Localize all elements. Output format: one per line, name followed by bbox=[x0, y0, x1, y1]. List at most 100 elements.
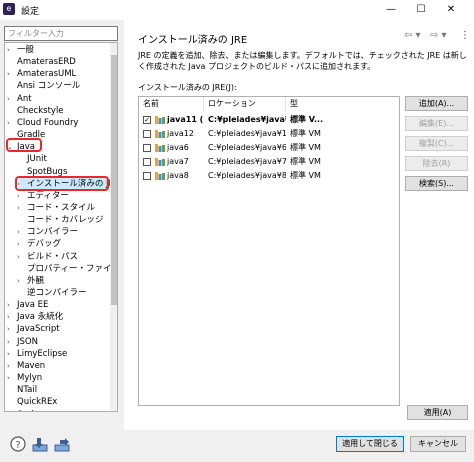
tree-item-label: JavaScript bbox=[17, 324, 60, 335]
search-button[interactable]: 検索(S)... bbox=[405, 176, 468, 191]
tree-item-label: AmaterasERD bbox=[17, 57, 76, 68]
tree-item-label: Java EE bbox=[17, 300, 49, 311]
table-row[interactable]: java6 C:¥pleiades¥java¥6 標準 VM bbox=[139, 141, 399, 155]
jre-type: 標準 VM bbox=[290, 171, 321, 180]
tree-item-label: 外観 bbox=[27, 275, 45, 286]
jre-name: java11 (... bbox=[167, 115, 203, 124]
expand-toggle-icon[interactable]: › bbox=[17, 227, 24, 238]
menu-icon[interactable]: ⋮ bbox=[460, 30, 470, 41]
jre-location: C:¥pleiades¥java¥12 bbox=[208, 129, 286, 138]
expand-toggle-icon[interactable]: › bbox=[7, 69, 14, 80]
expand-toggle-icon[interactable]: › bbox=[7, 94, 14, 105]
tree-item-label: デバッグ bbox=[27, 239, 62, 250]
expand-toggle-icon[interactable]: › bbox=[17, 239, 24, 250]
tree-item-label: Ant bbox=[17, 93, 32, 104]
table-row[interactable]: java7 C:¥pleiades¥java¥7 標準 VM bbox=[139, 155, 399, 169]
help-icon[interactable]: ? bbox=[10, 436, 26, 452]
maximize-button[interactable]: ☐ bbox=[406, 0, 436, 20]
expand-toggle-icon[interactable]: › bbox=[7, 361, 14, 372]
jre-table[interactable]: 名前 ロケーション 型 ✓ java11 (... C:¥pleiades¥java… bbox=[138, 96, 400, 406]
tree-item-label: 一般 bbox=[17, 45, 35, 55]
preferences-tree[interactable]: › 一般 AmaterasERD › AmaterasUML Ansi コンソール › Ant… bbox=[4, 42, 118, 412]
default-jre-checkbox[interactable] bbox=[143, 144, 151, 152]
column-header-name[interactable]: 名前 bbox=[139, 97, 204, 111]
forward-icon[interactable]: ⇨ ▾ bbox=[430, 30, 447, 41]
tree-item-label: Checkstyle bbox=[17, 105, 64, 116]
tree-item-label: 逆コンパイラー bbox=[27, 288, 87, 298]
expand-toggle-icon[interactable]: › bbox=[7, 337, 14, 348]
apply-button[interactable]: 適用(A) bbox=[407, 405, 468, 420]
expand-toggle-icon[interactable]: › bbox=[7, 410, 14, 412]
minimize-button[interactable]: — bbox=[376, 0, 406, 20]
java-highlight bbox=[6, 138, 42, 152]
expand-toggle-icon[interactable]: › bbox=[7, 324, 14, 335]
window-title: 設定 bbox=[21, 7, 40, 17]
jre-location: C:¥pleiades¥java¥7 bbox=[208, 157, 286, 166]
jre-location: C:¥pleiades¥java¥6 bbox=[208, 143, 286, 152]
tree-item-label: Mylyn bbox=[17, 373, 43, 384]
back-icon[interactable]: ⇦ ▾ bbox=[404, 30, 421, 41]
column-header-type[interactable]: 型 bbox=[286, 97, 400, 111]
filter-input[interactable]: フィルター入力 bbox=[4, 26, 118, 41]
tree-item-label: Cloud Foundry bbox=[17, 117, 79, 128]
tree-item-label: ビルド・パス bbox=[27, 251, 79, 262]
expand-toggle-icon[interactable]: › bbox=[7, 373, 14, 384]
expand-toggle-icon[interactable]: › bbox=[17, 203, 24, 214]
jre-name: java12 bbox=[167, 129, 194, 138]
default-jre-checkbox[interactable]: ✓ bbox=[143, 116, 151, 124]
tree-item-label: コード・スタイル bbox=[27, 202, 96, 213]
edit-button[interactable]: 編集(E)... bbox=[405, 116, 468, 131]
expand-toggle-icon[interactable]: › bbox=[7, 300, 14, 311]
jre-name: java8 bbox=[167, 171, 189, 180]
tree-item-label: Spring bbox=[17, 410, 44, 412]
jre-type: 標準 V... bbox=[290, 115, 324, 124]
tree-item-label: コード・カバレッジ bbox=[27, 215, 104, 226]
title-bar: e 設定 — ☐ ✕ bbox=[0, 0, 474, 20]
duplicate-button[interactable]: 複製(C)... bbox=[405, 136, 468, 151]
import-icon[interactable] bbox=[32, 436, 48, 452]
remove-button[interactable]: 除去(R) bbox=[405, 156, 468, 171]
jre-name: java6 bbox=[167, 143, 189, 152]
tree-item-label: エディター bbox=[27, 190, 69, 201]
jre-highlight bbox=[15, 176, 109, 191]
installed-jre-label: インストール済みの JRE(J): bbox=[138, 83, 237, 92]
tree-item-label: NTail bbox=[17, 385, 38, 396]
expand-toggle-icon[interactable]: › bbox=[17, 252, 24, 263]
jre-type: 標準 VM bbox=[290, 157, 321, 166]
tree-item-label: コンパイラー bbox=[27, 227, 79, 238]
tree-scroll-thumb[interactable] bbox=[111, 55, 117, 305]
tree-item-label: QuickREx bbox=[17, 397, 58, 408]
page-description: JRE の定義を追加、除去、または編集します。デフォルトでは、チェックされた J… bbox=[138, 51, 467, 71]
add-button[interactable]: 追加(A)... bbox=[405, 96, 468, 111]
jre-location: C:¥pleiades¥java¥8 bbox=[208, 171, 286, 180]
jre-icon bbox=[155, 172, 165, 180]
default-jre-checkbox[interactable] bbox=[143, 172, 151, 180]
default-jre-checkbox[interactable] bbox=[143, 158, 151, 166]
app-icon: e bbox=[3, 3, 15, 15]
expand-toggle-icon[interactable]: › bbox=[7, 118, 14, 129]
tree-item-label: プロパティー・ファイル・エディ bbox=[27, 263, 118, 274]
expand-toggle-icon[interactable]: › bbox=[7, 349, 14, 360]
apply-and-close-button[interactable]: 適用して閉じる bbox=[336, 436, 404, 452]
table-row[interactable]: java8 C:¥pleiades¥java¥8 標準 VM bbox=[139, 169, 399, 183]
page-title: インストール済みの JRE bbox=[138, 35, 248, 46]
table-row[interactable]: java12 C:¥pleiades¥java¥12 標準 VM bbox=[139, 127, 399, 141]
expand-toggle-icon[interactable]: › bbox=[17, 276, 24, 287]
close-button[interactable]: ✕ bbox=[436, 0, 466, 20]
export-icon[interactable] bbox=[54, 436, 70, 452]
jre-type: 標準 VM bbox=[290, 129, 321, 138]
tree-item-label: Ansi コンソール bbox=[17, 81, 81, 92]
jre-name: java7 bbox=[167, 157, 189, 166]
tree-scrollbar[interactable] bbox=[110, 43, 117, 411]
jre-type: 標準 VM bbox=[290, 143, 321, 152]
cancel-button[interactable]: キャンセル bbox=[410, 436, 466, 452]
expand-toggle-icon[interactable]: › bbox=[7, 45, 14, 56]
table-row[interactable]: ✓ java11 (... C:¥pleiades¥java¥11 標準 V... bbox=[139, 113, 399, 127]
expand-toggle-icon[interactable]: › bbox=[7, 312, 14, 323]
column-header-location[interactable]: ロケーション bbox=[204, 97, 286, 111]
default-jre-checkbox[interactable] bbox=[143, 130, 151, 138]
jre-icon bbox=[155, 144, 165, 152]
jre-icon bbox=[155, 158, 165, 166]
tree-item-label: JSON bbox=[17, 336, 38, 347]
expand-toggle-icon[interactable]: › bbox=[17, 191, 24, 202]
